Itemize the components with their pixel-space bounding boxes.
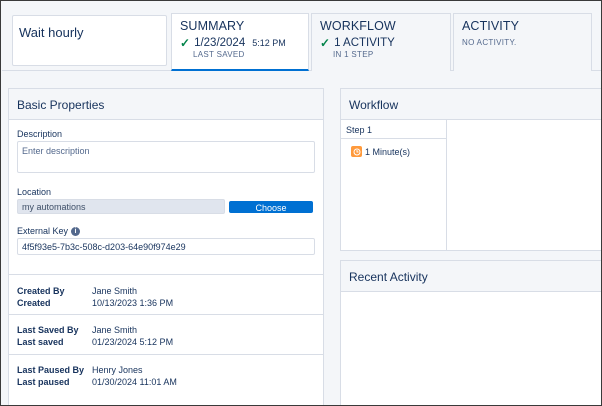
basic-properties-panel: Basic Properties Description Enter descr…: [8, 88, 324, 405]
last-paused-value: 01/30/2024 11:01 AM: [92, 377, 177, 387]
last-saved-by-label: Last Saved By: [17, 325, 79, 335]
workflow-title: Workflow: [341, 89, 601, 120]
meta-created: Created By Jane Smith Created 10/13/2023…: [9, 274, 323, 314]
recent-activity-title: Recent Activity: [341, 261, 601, 292]
tab-summary-date: 1/23/2024: [194, 37, 246, 49]
last-saved-by-value: Jane Smith: [92, 325, 138, 335]
location-label: Location: [17, 187, 52, 197]
tab-workflow-sub: IN 1 STEP: [333, 50, 374, 59]
tab-activity[interactable]: ACTIVITY NO ACTIVITY.: [453, 13, 592, 71]
external-key-field[interactable]: 4f5f93e5-7b3c-508c-d203-64e90f974e29: [17, 238, 315, 255]
step-column: Step 1 1 Minute(s): [341, 120, 447, 251]
basic-properties-title: Basic Properties: [9, 89, 323, 120]
meta-last-saved: Last Saved By Jane Smith Last saved 01/2…: [9, 314, 323, 354]
tab-summary-sub: LAST SAVED: [193, 50, 245, 59]
clock-icon: [351, 146, 362, 157]
wait-activity[interactable]: 1 Minute(s): [351, 146, 446, 157]
created-label: Created: [17, 298, 51, 308]
last-paused-by-label: Last Paused By: [17, 365, 85, 375]
last-paused-by-value: Henry Jones: [92, 365, 143, 375]
description-input[interactable]: Enter description: [17, 141, 315, 173]
automation-name-field[interactable]: Wait hourly: [12, 15, 167, 66]
created-by-label: Created By: [17, 286, 65, 296]
choose-button[interactable]: Choose: [229, 201, 313, 213]
workflow-panel: Workflow Step 1 1 Minute(s): [340, 88, 601, 251]
info-icon[interactable]: i: [71, 227, 81, 236]
checkmark-icon: ✓: [180, 36, 191, 50]
tab-summary-title: SUMMARY: [180, 19, 245, 33]
created-by-value: Jane Smith: [92, 286, 138, 296]
last-saved-label: Last saved: [17, 337, 64, 347]
wait-activity-label: 1 Minute(s): [365, 146, 411, 157]
checkmark-icon: ✓: [320, 36, 331, 50]
tab-workflow-title: WORKFLOW: [320, 19, 396, 33]
description-label: Description: [17, 129, 63, 139]
tab-workflow[interactable]: WORKFLOW ✓ 1 ACTIVITY IN 1 STEP: [311, 13, 451, 71]
external-key-label: External Key i: [17, 226, 81, 236]
tab-activity-sub: NO ACTIVITY.: [462, 38, 517, 47]
created-value: 10/13/2023 1:36 PM: [92, 298, 174, 308]
last-saved-value: 01/23/2024 5:12 PM: [92, 337, 174, 347]
automation-window: Wait hourly SUMMARY ✓ 1/23/2024 5:12 PM …: [0, 0, 602, 406]
recent-activity-panel: Recent Activity: [340, 260, 601, 405]
tab-activity-title: ACTIVITY: [462, 19, 520, 33]
location-field: my automations: [17, 199, 225, 214]
tab-workflow-main: 1 ACTIVITY: [334, 37, 395, 49]
step-header: Step 1: [341, 120, 446, 139]
automation-header: Wait hourly SUMMARY ✓ 1/23/2024 5:12 PM …: [2, 2, 601, 71]
tab-summary-time: 5:12 PM: [252, 38, 286, 48]
tab-summary[interactable]: SUMMARY ✓ 1/23/2024 5:12 PM LAST SAVED: [171, 13, 309, 71]
last-paused-label: Last paused: [17, 377, 70, 387]
meta-last-paused: Last Paused By Henry Jones Last paused 0…: [9, 354, 323, 405]
